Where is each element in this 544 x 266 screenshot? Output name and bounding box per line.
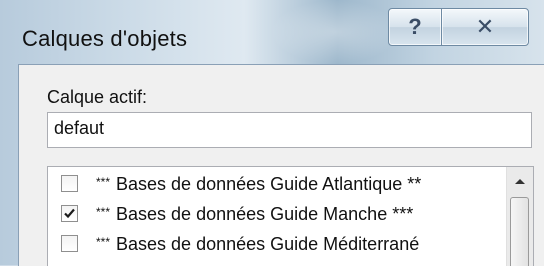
layer-label: *** Bases de données Guide Méditerrané xyxy=(96,234,420,254)
window-title: Calques d'objets xyxy=(22,26,188,51)
scroll-up-arrow-icon xyxy=(515,179,525,184)
dialog-content: Calque actif: defaut *** Bases de données… xyxy=(18,64,544,266)
active-layer-input[interactable]: defaut xyxy=(47,112,532,148)
layer-checkbox[interactable] xyxy=(61,235,78,252)
scroll-up-button[interactable] xyxy=(507,167,533,195)
check-mark-icon xyxy=(64,208,75,219)
close-icon: ✕ xyxy=(475,14,495,39)
title-bar[interactable]: Calques d'objets ? ✕ xyxy=(0,0,544,64)
list-item[interactable]: *** Bases de données Guide Atlantique ** xyxy=(48,170,508,200)
close-button[interactable]: ✕ xyxy=(441,8,529,46)
scrollbar-thumb[interactable] xyxy=(510,197,529,266)
vertical-scrollbar[interactable] xyxy=(506,167,533,266)
dialog-window: Calques d'objets ? ✕ Calque actif: defau… xyxy=(0,0,544,266)
help-button[interactable]: ? xyxy=(388,8,442,46)
list-item[interactable]: *** Bases de données Guide Méditerrané xyxy=(48,230,508,260)
layer-label: *** Bases de données Guide Manche *** xyxy=(96,204,414,224)
active-layer-label: Calque actif: xyxy=(47,87,148,107)
layer-checkbox[interactable] xyxy=(61,205,78,222)
help-icon: ? xyxy=(408,14,422,39)
titlebar-glow xyxy=(270,0,400,64)
layer-checkbox[interactable] xyxy=(61,175,78,192)
list-item[interactable]: *** Bases de données Guide Manche *** xyxy=(48,200,508,230)
layer-label: *** Bases de données Guide Atlantique ** xyxy=(96,174,422,194)
layer-list[interactable]: *** Bases de données Guide Atlantique ** … xyxy=(47,166,534,266)
